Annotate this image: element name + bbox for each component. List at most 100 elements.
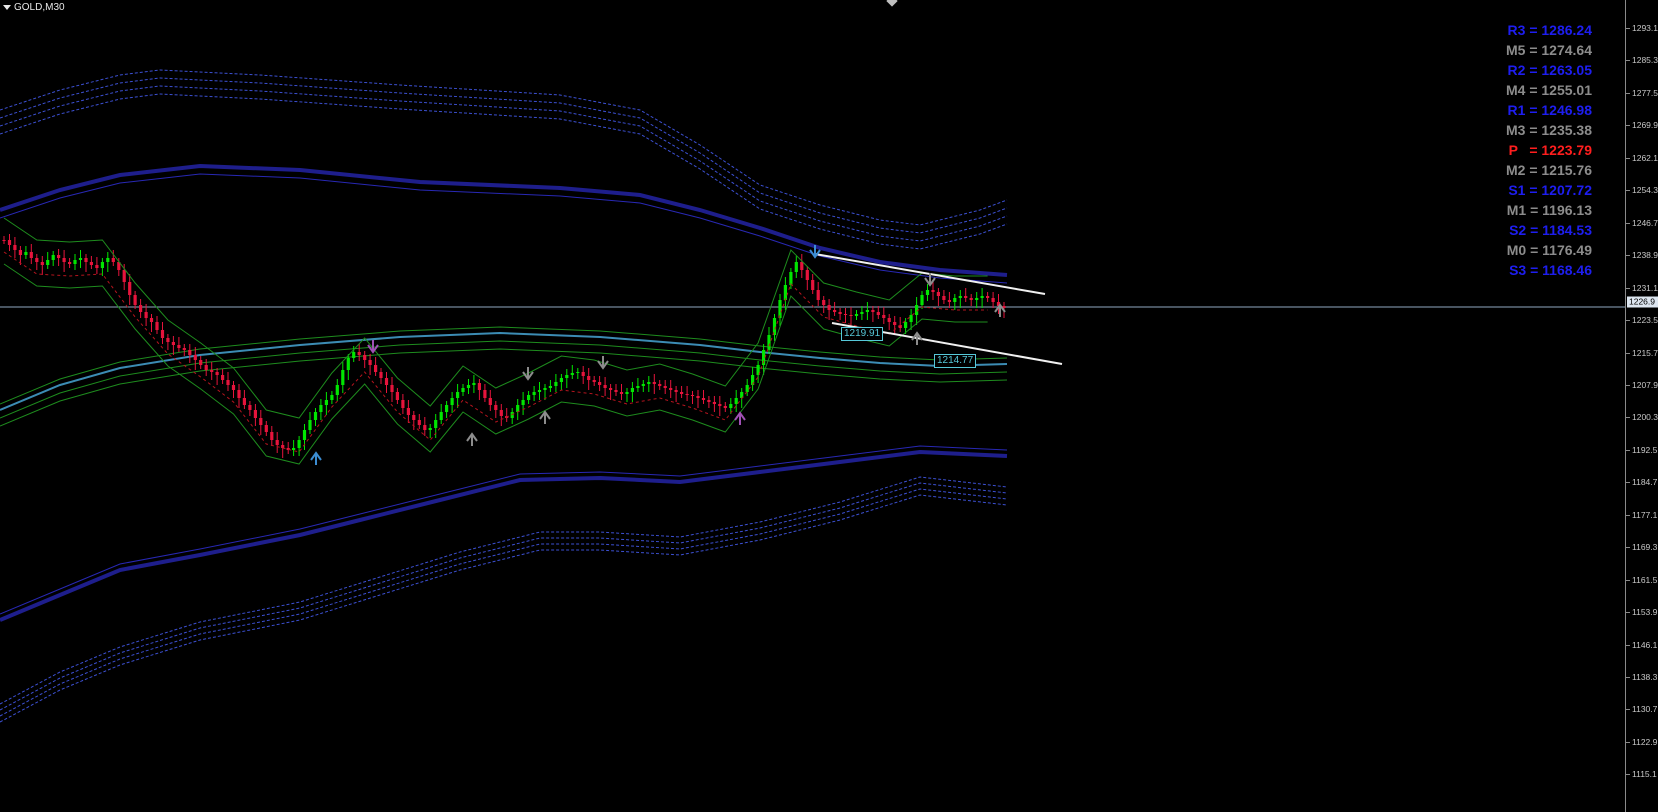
candle-body (308, 420, 312, 430)
candle-body (576, 372, 580, 373)
candle-body (456, 392, 460, 398)
price-tick-label: 1207.9 (1632, 379, 1658, 390)
candle-body (827, 305, 831, 310)
candle-body (215, 372, 219, 375)
candle-body (964, 296, 968, 298)
dropdown-triangle-icon (3, 4, 11, 10)
candle-body (543, 388, 547, 390)
candle-body (352, 352, 356, 358)
candle-body (450, 398, 454, 405)
candle-body (537, 390, 542, 392)
symbol-label[interactable]: GOLD,M30 (3, 2, 65, 13)
price-tick-label: 1285.3 (1632, 55, 1658, 66)
candle-body (598, 382, 602, 385)
candle-body (581, 372, 585, 376)
price-axis[interactable]: 1226.9 1293.1 1285.3 1277.5 1269.9 1262.1 125… (1625, 0, 1658, 812)
candle-body (548, 386, 552, 388)
candle-body (794, 262, 798, 272)
pivot-levels-panel: R3 = 1286.24 M5 = 1274.64 R2 = 1263.05 M4 =… (1488, 20, 1618, 280)
price-tick-label: 1161.5 (1632, 574, 1658, 585)
price-tick-label: 1246.7 (1632, 217, 1658, 228)
candle-body (84, 258, 88, 262)
candle-body (816, 290, 820, 300)
candle-body (527, 395, 531, 400)
candle-body (838, 312, 842, 314)
candle-body (800, 262, 804, 270)
candle-body (685, 394, 689, 395)
candle-body (603, 385, 607, 388)
candle-body (313, 412, 318, 420)
price-tick-label: 1238.9 (1632, 250, 1658, 261)
candle-body (122, 270, 126, 282)
candle-body (24, 252, 28, 255)
candle-body (778, 300, 782, 318)
candle-body (210, 370, 214, 372)
candle-body (434, 420, 438, 428)
candle-body (920, 295, 924, 305)
candle-body (936, 292, 940, 296)
pivot-level-row: R2 = 1263.05 (1507, 62, 1592, 78)
candle-body (630, 388, 634, 392)
upper-dashed-band (0, 69, 1008, 226)
candle-body (854, 314, 859, 316)
price-tick-mark (1626, 514, 1630, 516)
candle-body (472, 383, 476, 385)
candle-body (652, 382, 656, 384)
candle-body (942, 296, 946, 300)
price-tick-mark (1626, 92, 1630, 94)
candle-body (718, 404, 722, 406)
candle-body (292, 448, 296, 450)
candle-body (242, 398, 246, 405)
candle-body (488, 398, 492, 405)
candle-body (62, 258, 66, 262)
moving-average-green-2 (0, 340, 1008, 419)
candle-body (368, 360, 372, 365)
candle-body (270, 432, 274, 440)
candle-body (783, 285, 787, 300)
candle-body (986, 296, 990, 298)
fractal-arrow-icon (539, 410, 551, 424)
candle-body (68, 262, 72, 264)
candle-body (13, 245, 17, 250)
candle-body (789, 272, 793, 285)
candle-body (477, 383, 481, 390)
price-label-upper: 1219.91 (841, 327, 884, 341)
candle-body (554, 382, 558, 386)
chart-area[interactable]: GOLD,M30 R3 = 1286.24 M5 = 1274.64 R2 = 12… (0, 0, 1625, 812)
candle-body (592, 380, 596, 382)
candle-body (166, 338, 170, 342)
fractal-arrow-icon (597, 356, 609, 370)
candle-body (401, 400, 405, 408)
candle-body (139, 305, 143, 312)
candle-body (445, 405, 449, 412)
pivot-level-row: S3 = 1168.46 (1509, 262, 1592, 278)
candle-body (707, 400, 711, 402)
price-tick-mark (1626, 320, 1630, 322)
lower-dashed-band (0, 482, 1008, 711)
price-tick-label: 1184.7 (1632, 477, 1658, 488)
candle-body (341, 370, 345, 385)
pivot-level-row: M5 = 1274.64 (1505, 42, 1592, 58)
candle-body (570, 373, 574, 375)
candle-body (466, 385, 471, 388)
price-chart[interactable] (0, 0, 1625, 812)
upper-blue-band-inner (0, 173, 1008, 284)
candle-body (499, 410, 503, 416)
price-tick-mark (1626, 677, 1630, 678)
candle-body (363, 355, 367, 360)
upper-dashed-band (0, 85, 1008, 242)
price-tick-label: 1277.5 (1632, 87, 1658, 98)
candle-body (330, 395, 334, 400)
price-tick-label: 1231.1 (1632, 282, 1658, 293)
candle-body (89, 262, 93, 265)
candle-body (2, 240, 6, 241)
candle-body (876, 312, 880, 315)
candle-body (29, 252, 33, 258)
candle-body (947, 300, 951, 302)
candle-body (483, 390, 487, 398)
pivot-level-row: M2 = 1215.76 (1505, 162, 1592, 178)
candle-body (559, 378, 563, 382)
price-tick-mark (1626, 190, 1630, 192)
price-tick-mark (1626, 612, 1630, 614)
pivot-level-row: M0 = 1176.49 (1506, 242, 1592, 258)
